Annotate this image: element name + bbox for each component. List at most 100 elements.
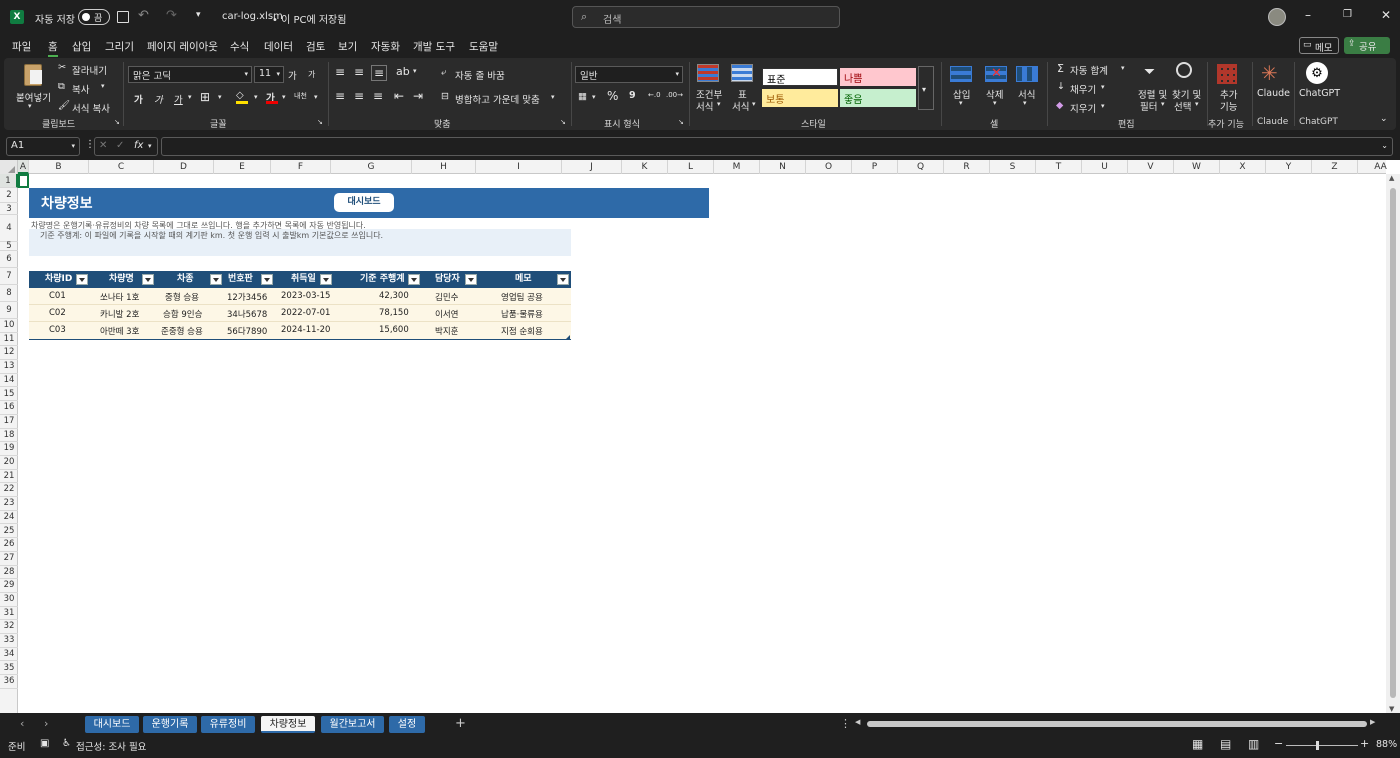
accessibility-icon[interactable]: ♿ [62,738,71,749]
percent-button[interactable]: % [607,89,618,103]
chevron-down-icon[interactable]: ▾ [101,82,105,90]
wrap-text-icon[interactable]: ⤶ [441,67,446,78]
menu-tab-insert[interactable]: 삽입 [72,39,91,54]
cancel-entry-icon[interactable]: ✕ [99,140,107,151]
cell-vehicle-id[interactable]: C03 [49,325,66,335]
cell-acquired-date[interactable]: 2022-07-01 [281,308,330,318]
sheet-tab-trips[interactable]: 운행기록 [143,716,197,733]
cell-manager[interactable]: 이서연 [435,308,458,320]
column-header[interactable]: F [271,160,331,174]
macro-record-icon[interactable]: ▣ [40,738,49,749]
worksheet-grid[interactable]: A B C D E F G H I J K L M N O P Q R S T U V W X Y Z AA 1 2 3 4 5 6 7 8 9 10… [0,160,1400,713]
style-normal[interactable]: 표준 [762,68,838,86]
font-name-select[interactable]: 맑은 고딕 ▾ [128,66,252,83]
zoom-slider[interactable] [1286,741,1358,750]
bold-button[interactable]: 가 [134,92,143,106]
customize-qat-icon[interactable]: ▾ [196,10,201,20]
chevron-down-icon[interactable]: ▾ [993,99,997,107]
filter-dropdown-icon[interactable] [557,274,569,285]
chevron-down-icon[interactable]: ▾ [1101,83,1105,91]
search-box[interactable]: ⌕ 검색 [572,6,840,28]
dialog-launcher-icon[interactable]: ↘ [560,118,566,126]
column-header[interactable]: Q [898,160,944,174]
normal-view-icon[interactable]: ▦ [1192,737,1203,751]
cell-acquired-date[interactable]: 2023-03-15 [281,291,330,301]
column-header[interactable]: J [562,160,622,174]
row-header[interactable]: 2 [0,188,18,203]
chevron-down-icon[interactable]: ▾ [218,93,222,101]
save-status[interactable]: • 이 PC에 저장됨 [272,11,346,26]
chevron-down-icon[interactable]: ▾ [282,93,286,101]
horizontal-scrollbar[interactable]: ◀ ▶ [855,718,1385,729]
column-header[interactable]: O [806,160,852,174]
column-header[interactable]: H [412,160,476,174]
format-as-table-line2[interactable]: 서식 [732,99,749,113]
chatgpt-button[interactable]: ChatGPT [1299,88,1340,99]
chevron-left-icon[interactable]: ‹ [20,717,24,730]
cell-plate[interactable]: 34나5678 [227,308,267,320]
decrease-indent-icon[interactable]: ⇤ [394,89,404,103]
dialog-launcher-icon[interactable]: ↘ [317,118,323,126]
column-header[interactable]: L [668,160,714,174]
column-header[interactable]: Y [1266,160,1312,174]
italic-button[interactable]: 가 [154,92,163,106]
avatar[interactable] [1268,8,1286,26]
expand-formula-icon[interactable]: ⌄ [1381,141,1388,150]
cell-base-odometer[interactable]: 15,600 [379,325,409,335]
row-header[interactable]: 4 [0,215,18,242]
cell-plate[interactable]: 56다7890 [227,325,267,337]
cell-vehicle-name[interactable]: 쏘나타 1호 [100,291,139,303]
column-header[interactable]: AA [1358,160,1400,174]
column-header[interactable]: W [1174,160,1220,174]
table-row[interactable]: C01 쏘나타 1호 중형 승용 12가3456 2023-03-15 42,3… [29,288,571,305]
column-header[interactable]: T [1036,160,1082,174]
menu-tab-formulas[interactable]: 수식 [230,39,249,54]
column-header[interactable]: I [476,160,562,174]
cut-icon[interactable]: ✂ [58,62,66,73]
zoom-level[interactable]: 88% [1376,739,1397,750]
chevron-down-icon[interactable]: ▾ [959,99,963,107]
autosum-icon[interactable]: Σ [1057,62,1064,75]
row-header[interactable]: 18 [0,429,18,443]
cell-vehicle-name[interactable]: 아반떼 3호 [100,325,139,337]
column-header[interactable]: C [89,160,154,174]
claude-button[interactable]: Claude [1257,88,1290,99]
orientation-icon[interactable]: ab [396,65,410,78]
menu-tab-view[interactable]: 보기 [338,39,357,54]
styles-gallery-expand[interactable]: ▾ [918,66,934,110]
row-header[interactable]: 23 [0,497,18,511]
cell-memo[interactable]: 영업팀 공용 [501,291,543,303]
row-header[interactable]: 22 [0,483,18,498]
filter-dropdown-icon[interactable] [261,274,273,285]
row-header[interactable]: 13 [0,360,18,374]
row-header[interactable]: 3 [0,203,18,215]
row-header[interactable]: 29 [0,579,18,593]
cell-plate[interactable]: 12가3456 [227,291,267,303]
clear-icon[interactable]: ◆ [1056,100,1063,111]
cell-vehicle-name[interactable]: 카니발 2호 [100,308,139,320]
decrease-decimal-icon[interactable]: .00→ [666,91,683,99]
chevron-down-icon[interactable]: ▾ [551,93,555,101]
currency-icon[interactable]: ▦ [578,91,587,102]
copy-label[interactable]: 복사 [72,82,89,96]
cell-base-odometer[interactable]: 78,150 [379,308,409,318]
number-format-select[interactable]: 일반 ▾ [575,66,683,83]
conditional-format-line2[interactable]: 서식 [696,99,713,113]
dashboard-button[interactable]: 대시보드 [334,193,394,212]
row-header[interactable]: 12 [0,346,18,361]
formula-input[interactable]: ⌄ [161,137,1393,156]
row-header[interactable]: 33 [0,634,18,648]
borders-icon[interactable]: ⊞ [200,90,210,104]
column-header[interactable]: R [944,160,990,174]
row-header[interactable]: 21 [0,470,18,484]
cell-vehicle-type[interactable]: 준중형 승용 [161,325,203,337]
horizontal-scroll-thumb[interactable] [867,721,1367,727]
share-button[interactable]: ⇪ 공유 [1344,37,1390,54]
wrap-text-label[interactable]: 자동 줄 바꿈 [455,68,505,82]
align-right-icon[interactable]: ≡ [373,89,383,103]
addins-line2[interactable]: 기능 [1220,99,1237,113]
align-left-icon[interactable]: ≡ [335,89,345,103]
align-center-icon[interactable]: ≡ [354,89,364,103]
insert-function-icon[interactable]: fx [134,140,143,151]
scroll-down-icon[interactable]: ▼ [1389,705,1394,713]
